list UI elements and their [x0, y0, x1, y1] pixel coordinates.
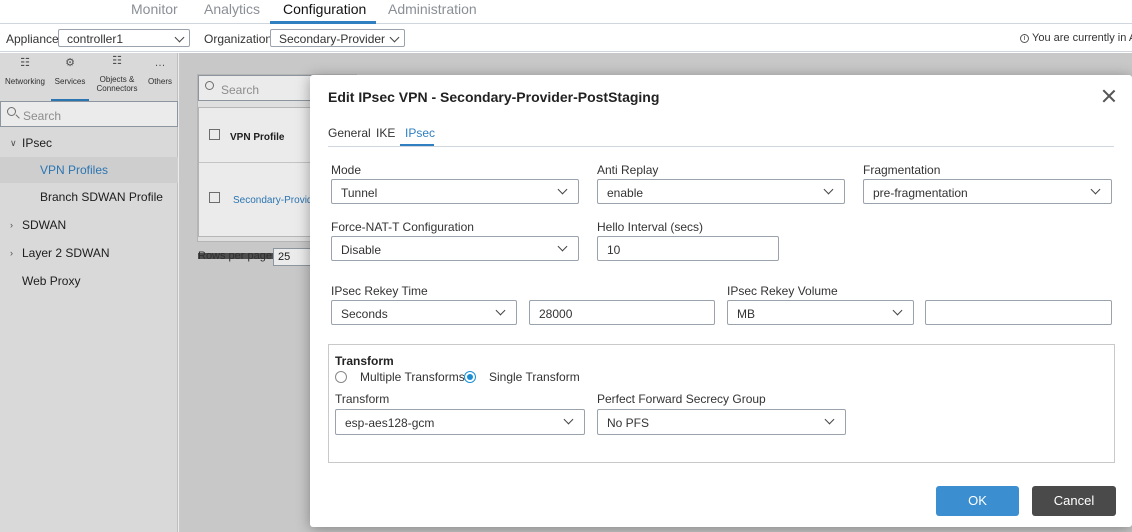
fragmentation-label: Fragmentation	[863, 163, 941, 177]
hello-interval-input[interactable]: 10	[597, 236, 779, 261]
tab-ipsec[interactable]: IPsec	[405, 126, 435, 140]
anti-replay-label: Anti Replay	[597, 163, 659, 177]
rekey-time-input[interactable]: 28000	[529, 300, 715, 325]
pfs-select[interactable]: No PFS	[597, 409, 846, 435]
chevron-down-icon	[892, 305, 903, 316]
info-icon: i	[1020, 34, 1029, 43]
transform-label: Transform	[335, 392, 390, 406]
active-tab-indicator	[400, 144, 434, 146]
organization-label: Organization	[204, 32, 273, 46]
top-navigation: Monitor Analytics Configuration Administ…	[0, 0, 1132, 24]
appliance-label: Appliance	[6, 32, 59, 46]
chevron-down-icon	[563, 414, 574, 425]
mode-select[interactable]: Tunnel	[331, 179, 579, 204]
tab-configuration[interactable]: Configuration	[283, 1, 366, 17]
tab-monitor[interactable]: Monitor	[131, 1, 178, 17]
rekey-time-unit-select[interactable]: Seconds	[331, 300, 517, 325]
transform-select[interactable]: esp-aes128-gcm	[335, 409, 585, 435]
dialog-tabs: General IKE IPsec	[328, 125, 1114, 147]
single-transform-label: Single Transform	[489, 370, 580, 384]
context-bar: Appliance controller1 Organization Secon…	[0, 24, 1132, 52]
pfs-label: Perfect Forward Secrecy Group	[597, 392, 766, 406]
tab-analytics[interactable]: Analytics	[204, 1, 260, 17]
force-nat-select[interactable]: Disable	[331, 236, 579, 261]
ok-button[interactable]: OK	[936, 486, 1019, 516]
tab-administration[interactable]: Administration	[388, 1, 477, 17]
appliance-select[interactable]: controller1	[58, 29, 190, 47]
rekey-volume-unit-select[interactable]: MB	[727, 300, 914, 325]
dialog-title: Edit IPsec VPN - Secondary-Provider-Post…	[328, 89, 660, 105]
transform-section-title: Transform	[335, 354, 394, 368]
organization-value: Secondary-Provider	[279, 32, 386, 46]
tab-ike[interactable]: IKE	[376, 126, 395, 140]
anti-replay-select[interactable]: enable	[597, 179, 845, 204]
rekey-volume-label: IPsec Rekey Volume	[727, 284, 838, 298]
single-transform-radio[interactable]	[464, 371, 476, 383]
multiple-transforms-label: Multiple Transforms	[360, 370, 465, 384]
cancel-button[interactable]: Cancel	[1032, 486, 1116, 516]
chevron-down-icon	[824, 414, 835, 425]
rekey-volume-input[interactable]	[925, 300, 1112, 325]
chevron-down-icon	[823, 184, 834, 195]
organization-select[interactable]: Secondary-Provider	[270, 29, 405, 47]
close-icon[interactable]	[1101, 88, 1117, 104]
chevron-down-icon	[174, 32, 185, 43]
chevron-down-icon	[1090, 184, 1101, 195]
tab-general[interactable]: General	[328, 126, 371, 140]
chevron-down-icon	[557, 184, 568, 195]
rekey-time-label: IPsec Rekey Time	[331, 284, 428, 298]
mode-label: Mode	[331, 163, 362, 177]
chevron-down-icon	[495, 305, 506, 316]
fragmentation-select[interactable]: pre-fragmentation	[863, 179, 1112, 204]
status-message: i You are currently in A	[1020, 32, 1132, 44]
multiple-transforms-radio[interactable]	[335, 371, 347, 383]
chevron-down-icon	[557, 241, 568, 252]
force-nat-label: Force-NAT-T Configuration	[331, 220, 474, 234]
chevron-down-icon	[389, 32, 400, 43]
hello-interval-label: Hello Interval (secs)	[597, 220, 704, 234]
edit-ipsec-vpn-dialog: Edit IPsec VPN - Secondary-Provider-Post…	[310, 75, 1132, 527]
transform-section: Transform Multiple Transforms Single Tra…	[328, 344, 1115, 463]
appliance-value: controller1	[67, 32, 124, 46]
